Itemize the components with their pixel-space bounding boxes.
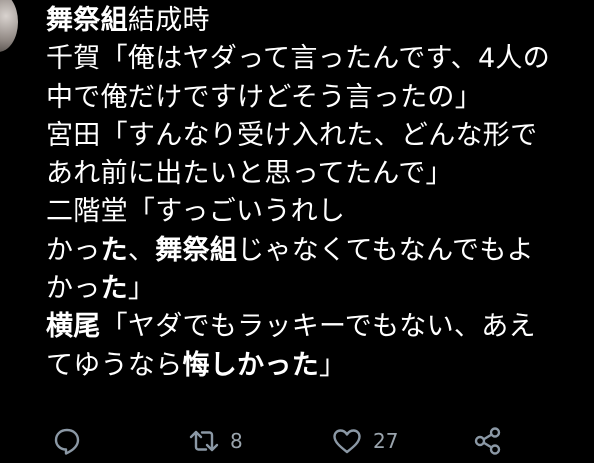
tweet-text-line: 二階堂「すっごいうれし <box>46 193 586 231</box>
like-count: 27 <box>373 429 399 453</box>
heart-icon <box>331 426 363 456</box>
tweet-text-segment: じゃなくてもなんでもよ <box>237 234 534 266</box>
tweet-text-bold-segment: た <box>100 273 128 305</box>
tweet-text-line: あれ前に出たいと思ってたんで」 <box>46 155 586 193</box>
tweet-text-line: 宮田「すんなり受け入れた、どんな形で <box>46 117 586 155</box>
tweet-text-segment: 結成時 <box>127 5 210 36</box>
tweet-text-bold-segment: 悔しかった <box>182 349 319 381</box>
like-button[interactable]: 27 <box>331 426 398 456</box>
tweet-text-segment: 」 <box>319 349 347 381</box>
tweet-text-segment: 二階堂「すっごいうれし <box>46 196 346 228</box>
share-button[interactable] <box>472 426 504 456</box>
avatar[interactable] <box>0 0 18 52</box>
tweet-text-line: かった」 <box>46 270 586 308</box>
retweet-icon <box>188 426 220 456</box>
tweet-text-bold-segment: 舞祭組 <box>46 5 128 36</box>
reply-icon <box>52 426 82 456</box>
tweet-text-line: 横尾「ヤダでもラッキーでもない、あえ <box>46 308 586 346</box>
tweet-text-line: かった、舞祭組じゃなくてもなんでもよ <box>46 232 586 270</box>
tweet-text-segment: かっ <box>46 273 101 305</box>
tweet-text-segment: かっ <box>46 234 101 266</box>
tweet-text-segment: 中で俺だけですけどそう言ったの」 <box>46 81 482 113</box>
tweet-text-segment: 千賀「俺はヤダって言ったんです、4人の <box>46 43 551 75</box>
tweet-text-segment: 「ヤダでもラッキーでもない、あえ <box>100 311 536 343</box>
tweet-text-segment: 宮田「すんなり受け入れた、どんな形で <box>46 119 538 151</box>
tweet-action-bar: 8 27 <box>0 420 594 460</box>
tweet-text-bold-segment: 舞祭組 <box>155 234 238 266</box>
tweet-text-line: 舞祭組結成時 <box>46 2 586 40</box>
tweet-text-bold-segment: 横尾 <box>46 311 101 343</box>
retweet-button[interactable]: 8 <box>188 426 243 456</box>
tweet-text-line: 千賀「俺はヤダって言ったんです、4人の <box>46 40 586 78</box>
tweet-text-bold-segment: た <box>100 234 128 266</box>
tweet-text-segment: 、 <box>127 234 156 266</box>
share-icon <box>472 426 504 456</box>
tweet-text: 舞祭組結成時 千賀「俺はヤダって言ったんです、4人の 中で俺だけですけどそう言ったの… <box>46 2 586 385</box>
tweet-text-line: 中で俺だけですけどそう言ったの」 <box>46 79 586 117</box>
tweet-text-segment: てゆうなら <box>46 349 183 381</box>
reply-button[interactable] <box>52 426 82 456</box>
retweet-count: 8 <box>230 429 243 453</box>
tweet-text-line: てゆうなら悔しかった」 <box>46 347 586 385</box>
tweet-text-segment: 」 <box>127 273 156 305</box>
tweet-text-segment: あれ前に出たいと思ってたんで」 <box>46 158 453 190</box>
